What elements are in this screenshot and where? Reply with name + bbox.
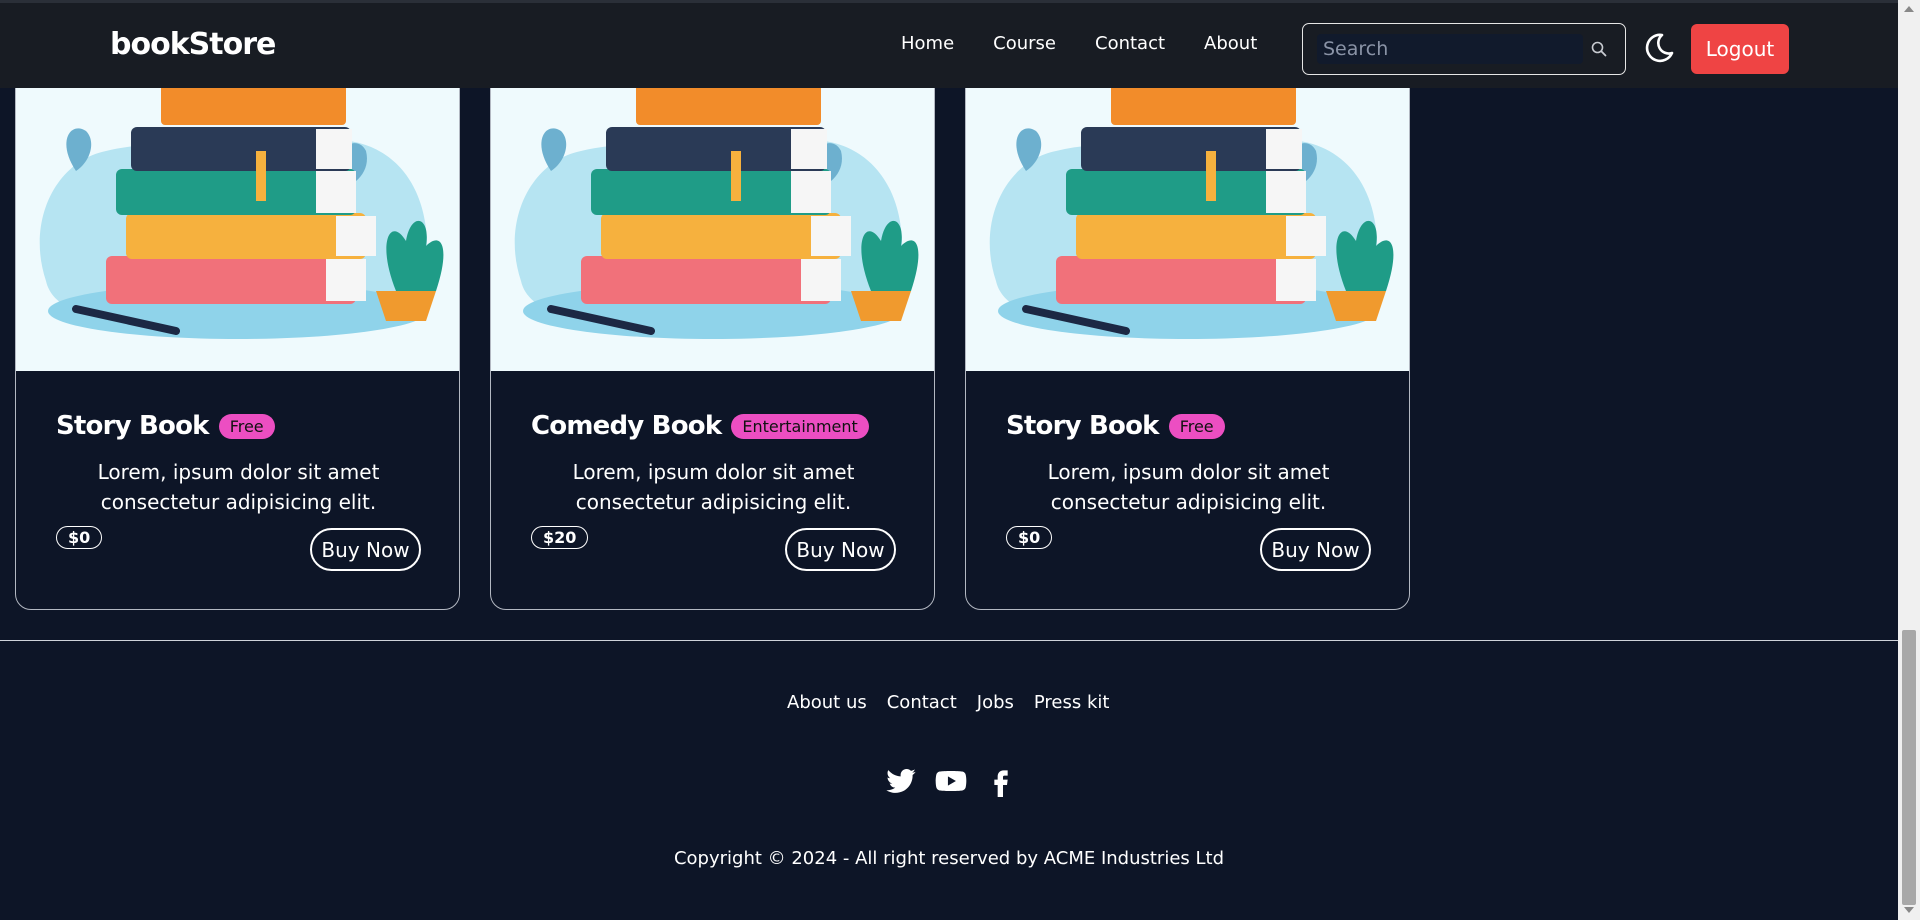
social-links [885,765,1035,797]
scroll-thumb[interactable] [1902,630,1916,905]
footer-link-about-us[interactable]: About us [787,692,867,713]
navbar: bookStore Home Course Contact About Logo… [0,0,1898,88]
book-illustration [966,41,1409,371]
twitter-icon[interactable] [885,765,917,797]
footer-link-contact[interactable]: Contact [887,692,957,713]
price-badge: $0 [56,526,103,549]
moon-icon[interactable] [1642,31,1676,65]
book-illustration [491,41,934,371]
nav-links: Home Course Contact About [901,33,1296,54]
book-card[interactable]: Story Book Free Lorem, ipsum dolor sit a… [965,40,1410,610]
buy-now-button[interactable]: Buy Now [310,528,421,571]
books-stack-image [39,81,444,339]
facebook-icon[interactable] [985,765,1017,797]
buy-now-button[interactable]: Buy Now [785,528,896,571]
category-badge: Free [218,413,275,439]
card-description: Lorem, ipsum dolor sit amet consectetur … [1047,460,1330,514]
page-scrollbar[interactable] [1898,0,1920,920]
category-badge: Entertainment [731,413,869,439]
nav-link-course[interactable]: Course [993,33,1056,54]
footer-divider [0,640,1898,641]
brand-logo[interactable]: bookStore [110,27,276,62]
card-description: Lorem, ipsum dolor sit amet consectetur … [97,460,380,514]
book-card[interactable]: Story Book Free Lorem, ipsum dolor sit a… [15,40,460,610]
books-stack-image [514,81,919,339]
books-stack-image [989,81,1394,339]
card-title-row: Story Book Free [56,411,275,441]
nav-link-home[interactable]: Home [901,33,954,54]
footer-links: About us Contact Jobs Press kit [787,692,1129,713]
scroll-up-arrow[interactable] [1904,6,1914,12]
price-badge: $0 [1006,526,1053,549]
book-illustration [16,41,459,371]
footer-link-jobs[interactable]: Jobs [977,692,1014,713]
card-title: Story Book [1006,411,1159,441]
category-badge: Free [1168,413,1225,439]
card-title-row: Story Book Free [1006,411,1225,441]
card-title: Story Book [56,411,209,441]
nav-link-about[interactable]: About [1204,33,1257,54]
copyright-text: Copyright © 2024 - All right reserved by… [673,848,1225,869]
footer-link-press-kit[interactable]: Press kit [1034,692,1110,713]
price-badge: $20 [531,526,589,549]
card-title-row: Comedy Book Entertainment [531,411,869,441]
book-card[interactable]: Comedy Book Entertainment Lorem, ipsum d… [490,40,935,610]
search-input[interactable] [1317,34,1583,64]
nav-link-contact[interactable]: Contact [1095,33,1165,54]
search-icon[interactable] [1590,40,1608,58]
youtube-icon[interactable] [935,765,967,797]
buy-now-button[interactable]: Buy Now [1260,528,1371,571]
card-description: Lorem, ipsum dolor sit amet consectetur … [572,460,855,514]
card-title: Comedy Book [531,411,722,441]
search-box [1302,23,1626,75]
scroll-down-arrow[interactable] [1904,907,1914,913]
logout-button[interactable]: Logout [1691,24,1789,74]
